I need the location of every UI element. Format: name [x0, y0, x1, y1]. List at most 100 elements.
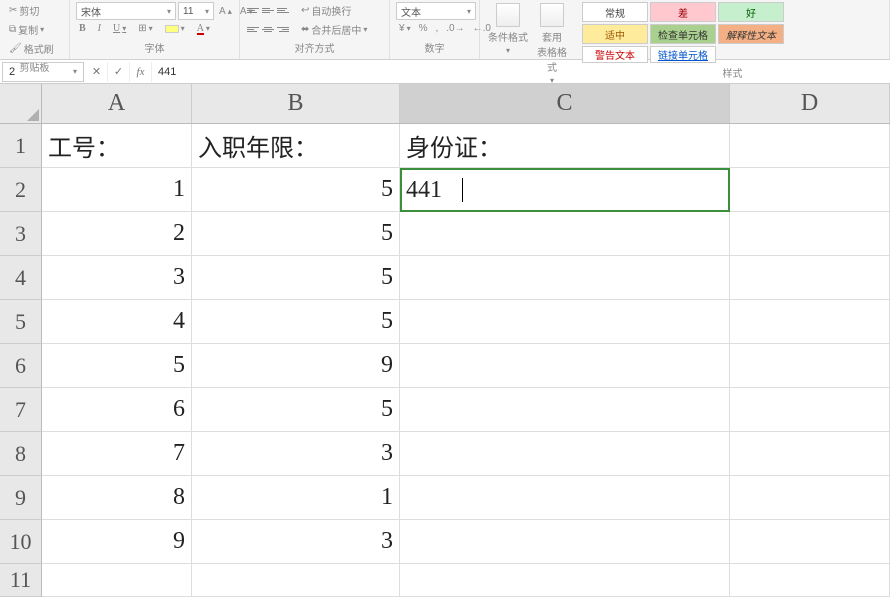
cell-d9[interactable]	[730, 476, 890, 520]
row-header-10[interactable]: 10	[0, 520, 42, 564]
cell-c7[interactable]	[400, 388, 730, 432]
style-warn[interactable]: 警告文本	[582, 46, 648, 63]
increase-font-button[interactable]: A▴	[216, 2, 235, 20]
comma-button[interactable]: ,	[432, 22, 441, 35]
cell-a8[interactable]: 7	[42, 432, 192, 476]
cell-d10[interactable]	[730, 520, 890, 564]
cell-c8[interactable]	[400, 432, 730, 476]
col-header-c[interactable]: C	[400, 84, 730, 123]
number-format-select[interactable]: 文本▾	[396, 2, 476, 20]
row-header-8[interactable]: 8	[0, 432, 42, 476]
cell-c2[interactable]: 441	[400, 168, 730, 212]
cell-d2[interactable]	[730, 168, 890, 212]
col-header-a[interactable]: A	[42, 84, 192, 123]
cell-b4[interactable]: 5	[192, 256, 400, 300]
cell-d1[interactable]	[730, 124, 890, 168]
cell-b11[interactable]	[192, 564, 400, 597]
style-link[interactable]: 链接单元格	[650, 46, 716, 63]
cell-a9[interactable]: 8	[42, 476, 192, 520]
cell-a7[interactable]: 6	[42, 388, 192, 432]
cut-button[interactable]: ✂剪切	[6, 2, 57, 19]
conditional-format-button[interactable]: 条件格式▾	[486, 2, 530, 56]
wrap-text-button[interactable]: ↩自动换行	[298, 2, 354, 19]
name-box[interactable]: 2▾	[2, 62, 84, 82]
formula-input[interactable]: 441	[152, 66, 890, 78]
cell-c4[interactable]	[400, 256, 730, 300]
cell-styles-gallery[interactable]: 常规 差 好 适中 检查单元格 解释性文本 警告文本 链接单元格	[582, 2, 784, 63]
style-explain[interactable]: 解释性文本	[718, 24, 784, 44]
cell-d6[interactable]	[730, 344, 890, 388]
cell-d5[interactable]	[730, 300, 890, 344]
cell-b1[interactable]: 入职年限：	[192, 124, 400, 168]
bold-button[interactable]: B	[76, 22, 89, 35]
cell-b2[interactable]: 5	[192, 168, 400, 212]
cell-d7[interactable]	[730, 388, 890, 432]
cell-b3[interactable]: 5	[192, 212, 400, 256]
cell-b8[interactable]: 3	[192, 432, 400, 476]
style-neutral[interactable]: 适中	[582, 24, 648, 44]
row-header-1[interactable]: 1	[0, 124, 42, 168]
font-size-select[interactable]: 11▾	[178, 2, 214, 20]
cancel-edit-button[interactable]: ✕	[86, 62, 108, 82]
cell-c10[interactable]	[400, 520, 730, 564]
insert-function-button[interactable]: fx	[130, 62, 152, 82]
align-bottom-button[interactable]	[276, 5, 290, 17]
cell-d11[interactable]	[730, 564, 890, 597]
fill-color-button[interactable]: ▾	[162, 23, 188, 34]
cell-b5[interactable]: 5	[192, 300, 400, 344]
copy-button[interactable]: ⧉复制▾	[6, 21, 57, 38]
align-left-button[interactable]	[246, 24, 260, 36]
cell-c5[interactable]	[400, 300, 730, 344]
cell-a2[interactable]: 1	[42, 168, 192, 212]
cell-c1[interactable]: 身份证：	[400, 124, 730, 168]
row-header-6[interactable]: 6	[0, 344, 42, 388]
select-all-corner[interactable]	[0, 84, 42, 124]
cell-a6[interactable]: 5	[42, 344, 192, 388]
underline-button[interactable]: U▾	[110, 22, 129, 35]
cell-b6[interactable]: 9	[192, 344, 400, 388]
italic-button[interactable]: I	[95, 22, 104, 35]
confirm-edit-button[interactable]: ✓	[108, 62, 130, 82]
font-name-select[interactable]: 宋体▾	[76, 2, 176, 20]
font-color-button[interactable]: A▾	[194, 22, 213, 35]
cell-b9[interactable]: 1	[192, 476, 400, 520]
cell-a5[interactable]: 4	[42, 300, 192, 344]
border-button[interactable]: ⊞▾	[135, 22, 155, 35]
cell-d4[interactable]	[730, 256, 890, 300]
currency-button[interactable]: ¥▾	[396, 22, 414, 35]
row-header-9[interactable]: 9	[0, 476, 42, 520]
cell-d8[interactable]	[730, 432, 890, 476]
format-painter-button[interactable]: 🖌格式刷	[6, 40, 57, 57]
align-center-button[interactable]	[261, 24, 275, 36]
increase-decimal-button[interactable]: .0→	[443, 22, 467, 35]
row-header-7[interactable]: 7	[0, 388, 42, 432]
cell-a10[interactable]: 9	[42, 520, 192, 564]
cell-c9[interactable]	[400, 476, 730, 520]
row-header-4[interactable]: 4	[0, 256, 42, 300]
cell-c11[interactable]	[400, 564, 730, 597]
col-header-d[interactable]: D	[730, 84, 890, 123]
percent-button[interactable]: %	[416, 22, 431, 35]
cell-a11[interactable]	[42, 564, 192, 597]
style-good[interactable]: 好	[718, 2, 784, 22]
cell-d3[interactable]	[730, 212, 890, 256]
merge-center-button[interactable]: ⬌合并后居中▾	[298, 21, 370, 38]
align-middle-button[interactable]	[261, 5, 275, 17]
cell-a3[interactable]: 2	[42, 212, 192, 256]
col-header-b[interactable]: B	[192, 84, 400, 123]
cell-c3[interactable]	[400, 212, 730, 256]
cell-c6[interactable]	[400, 344, 730, 388]
style-check[interactable]: 检查单元格	[650, 24, 716, 44]
row-header-5[interactable]: 5	[0, 300, 42, 344]
style-bad[interactable]: 差	[650, 2, 716, 22]
cell-a4[interactable]: 3	[42, 256, 192, 300]
row-header-3[interactable]: 3	[0, 212, 42, 256]
align-right-button[interactable]	[276, 24, 290, 36]
cell-b7[interactable]: 5	[192, 388, 400, 432]
cell-b10[interactable]: 3	[192, 520, 400, 564]
row-header-11[interactable]: 11	[0, 564, 42, 597]
style-normal[interactable]: 常规	[582, 2, 648, 22]
align-top-button[interactable]	[246, 5, 260, 17]
row-header-2[interactable]: 2	[0, 168, 42, 212]
cell-a1[interactable]: 工号：	[42, 124, 192, 168]
